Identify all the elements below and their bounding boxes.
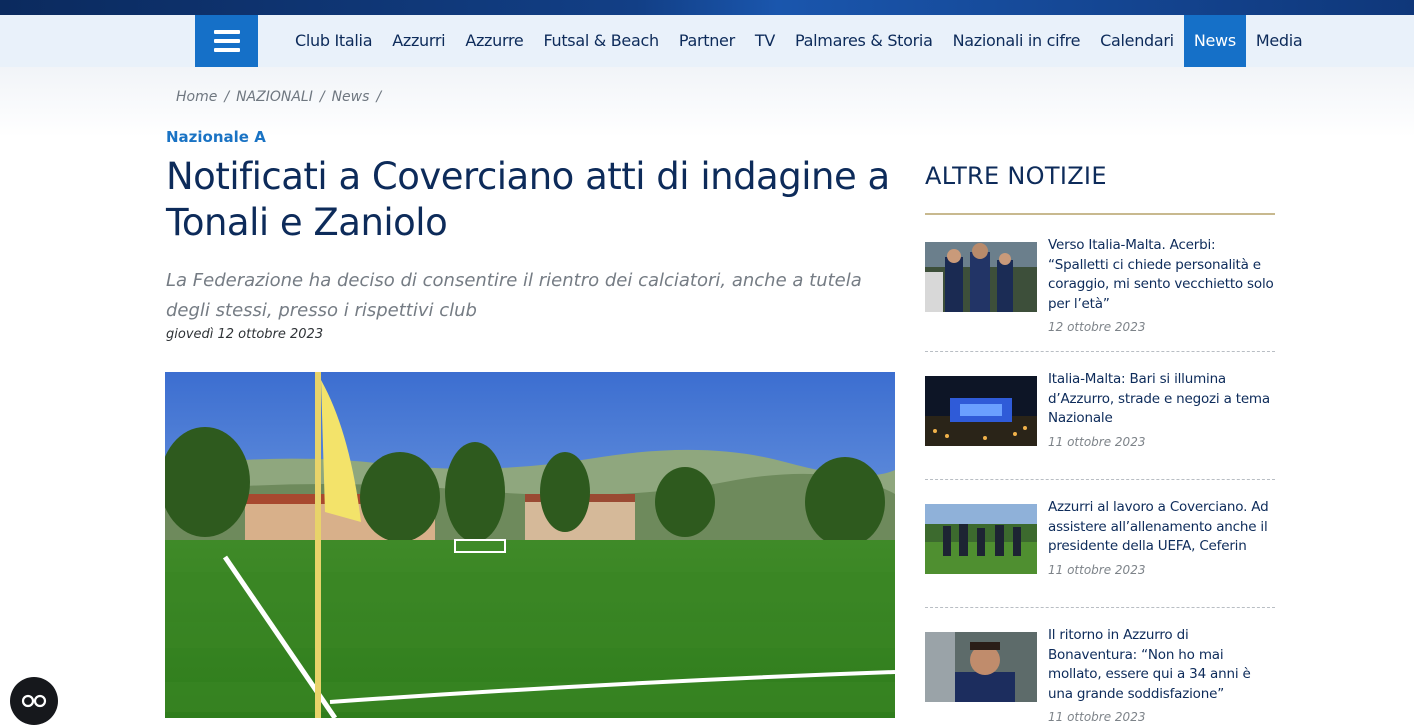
top-banner-strip bbox=[0, 0, 1414, 15]
coverciano-pitch-illustration bbox=[165, 372, 895, 718]
article-title: Notificati a Coverciano atti di indagine… bbox=[166, 155, 890, 244]
hamburger-menu-button[interactable] bbox=[195, 15, 258, 67]
nav-item-palmares-storia[interactable]: Palmares & Storia bbox=[785, 15, 943, 67]
coverciano-officials-thumb[interactable] bbox=[925, 504, 1037, 574]
nav-item-calendari[interactable]: Calendari bbox=[1090, 15, 1184, 67]
breadcrumb-nazionali[interactable]: NAZIONALI bbox=[236, 89, 313, 105]
breadcrumb-separator: / bbox=[224, 89, 230, 105]
sidebar-news-date: 12 ottobre 2023 bbox=[1048, 320, 1146, 334]
article-category-link[interactable]: Nazionale A bbox=[166, 128, 266, 146]
sidebar-news-separator bbox=[925, 607, 1275, 608]
nav-item-futsal-beach[interactable]: Futsal & Beach bbox=[533, 15, 668, 67]
bonaventura-portrait-thumb[interactable] bbox=[925, 632, 1037, 702]
sidebar-news-date: 11 ottobre 2023 bbox=[1048, 562, 1146, 577]
breadcrumb-home[interactable]: Home bbox=[176, 89, 217, 105]
main-nav: Club Italia Azzurri Azzurre Futsal & Bea… bbox=[285, 15, 1312, 67]
sidebar-news-separator bbox=[925, 479, 1275, 480]
sidebar-news-title[interactable]: Italia-Malta: Bari si illumina d’Azzurro… bbox=[1048, 370, 1276, 429]
breadcrumb-news[interactable]: News bbox=[332, 89, 370, 105]
breadcrumb-separator: / bbox=[376, 89, 382, 105]
breadcrumb-separator: / bbox=[319, 89, 325, 105]
sidebar-news-date: 11 ottobre 2023 bbox=[1048, 434, 1146, 449]
article-subtitle: La Federazione ha deciso di consentire i… bbox=[166, 270, 862, 321]
sidebar-divider bbox=[925, 213, 1275, 215]
sidebar-news-title[interactable]: Il ritorno in Azzurro di Bonaventura: “N… bbox=[1048, 626, 1276, 704]
breadcrumb: Home / NAZIONALI / News / bbox=[176, 89, 388, 105]
sidebar-news-separator bbox=[925, 351, 1275, 352]
sidebar-title: ALTRE NOTIZIE bbox=[925, 162, 1107, 190]
bari-night-lights-thumb[interactable] bbox=[925, 376, 1037, 446]
nav-item-partner[interactable]: Partner bbox=[669, 15, 745, 67]
accessibility-glasses-icon bbox=[21, 694, 47, 708]
players-training-thumb[interactable] bbox=[925, 242, 1037, 312]
article-date: giovedì 12 ottobre 2023 bbox=[166, 327, 324, 342]
hamburger-menu-icon bbox=[213, 30, 240, 52]
nav-item-azzurre[interactable]: Azzurre bbox=[455, 15, 533, 67]
sidebar-news-title[interactable]: Verso Italia-Malta. Acerbi: “Spalletti c… bbox=[1048, 236, 1276, 314]
nav-item-azzurri[interactable]: Azzurri bbox=[382, 15, 455, 67]
nav-item-club-italia[interactable]: Club Italia bbox=[285, 15, 382, 67]
article-hero-image bbox=[165, 372, 895, 718]
nav-item-news[interactable]: News bbox=[1183, 15, 1246, 67]
nav-item-tv[interactable]: TV bbox=[745, 15, 785, 67]
nav-item-media[interactable]: Media bbox=[1246, 15, 1313, 67]
nav-item-nazionali-in-cifre[interactable]: Nazionali in cifre bbox=[943, 15, 1091, 67]
sidebar-news-date: 11 ottobre 2023 bbox=[1048, 710, 1146, 724]
sidebar-news-title[interactable]: Azzurri al lavoro a Coverciano. Ad assis… bbox=[1048, 498, 1276, 557]
